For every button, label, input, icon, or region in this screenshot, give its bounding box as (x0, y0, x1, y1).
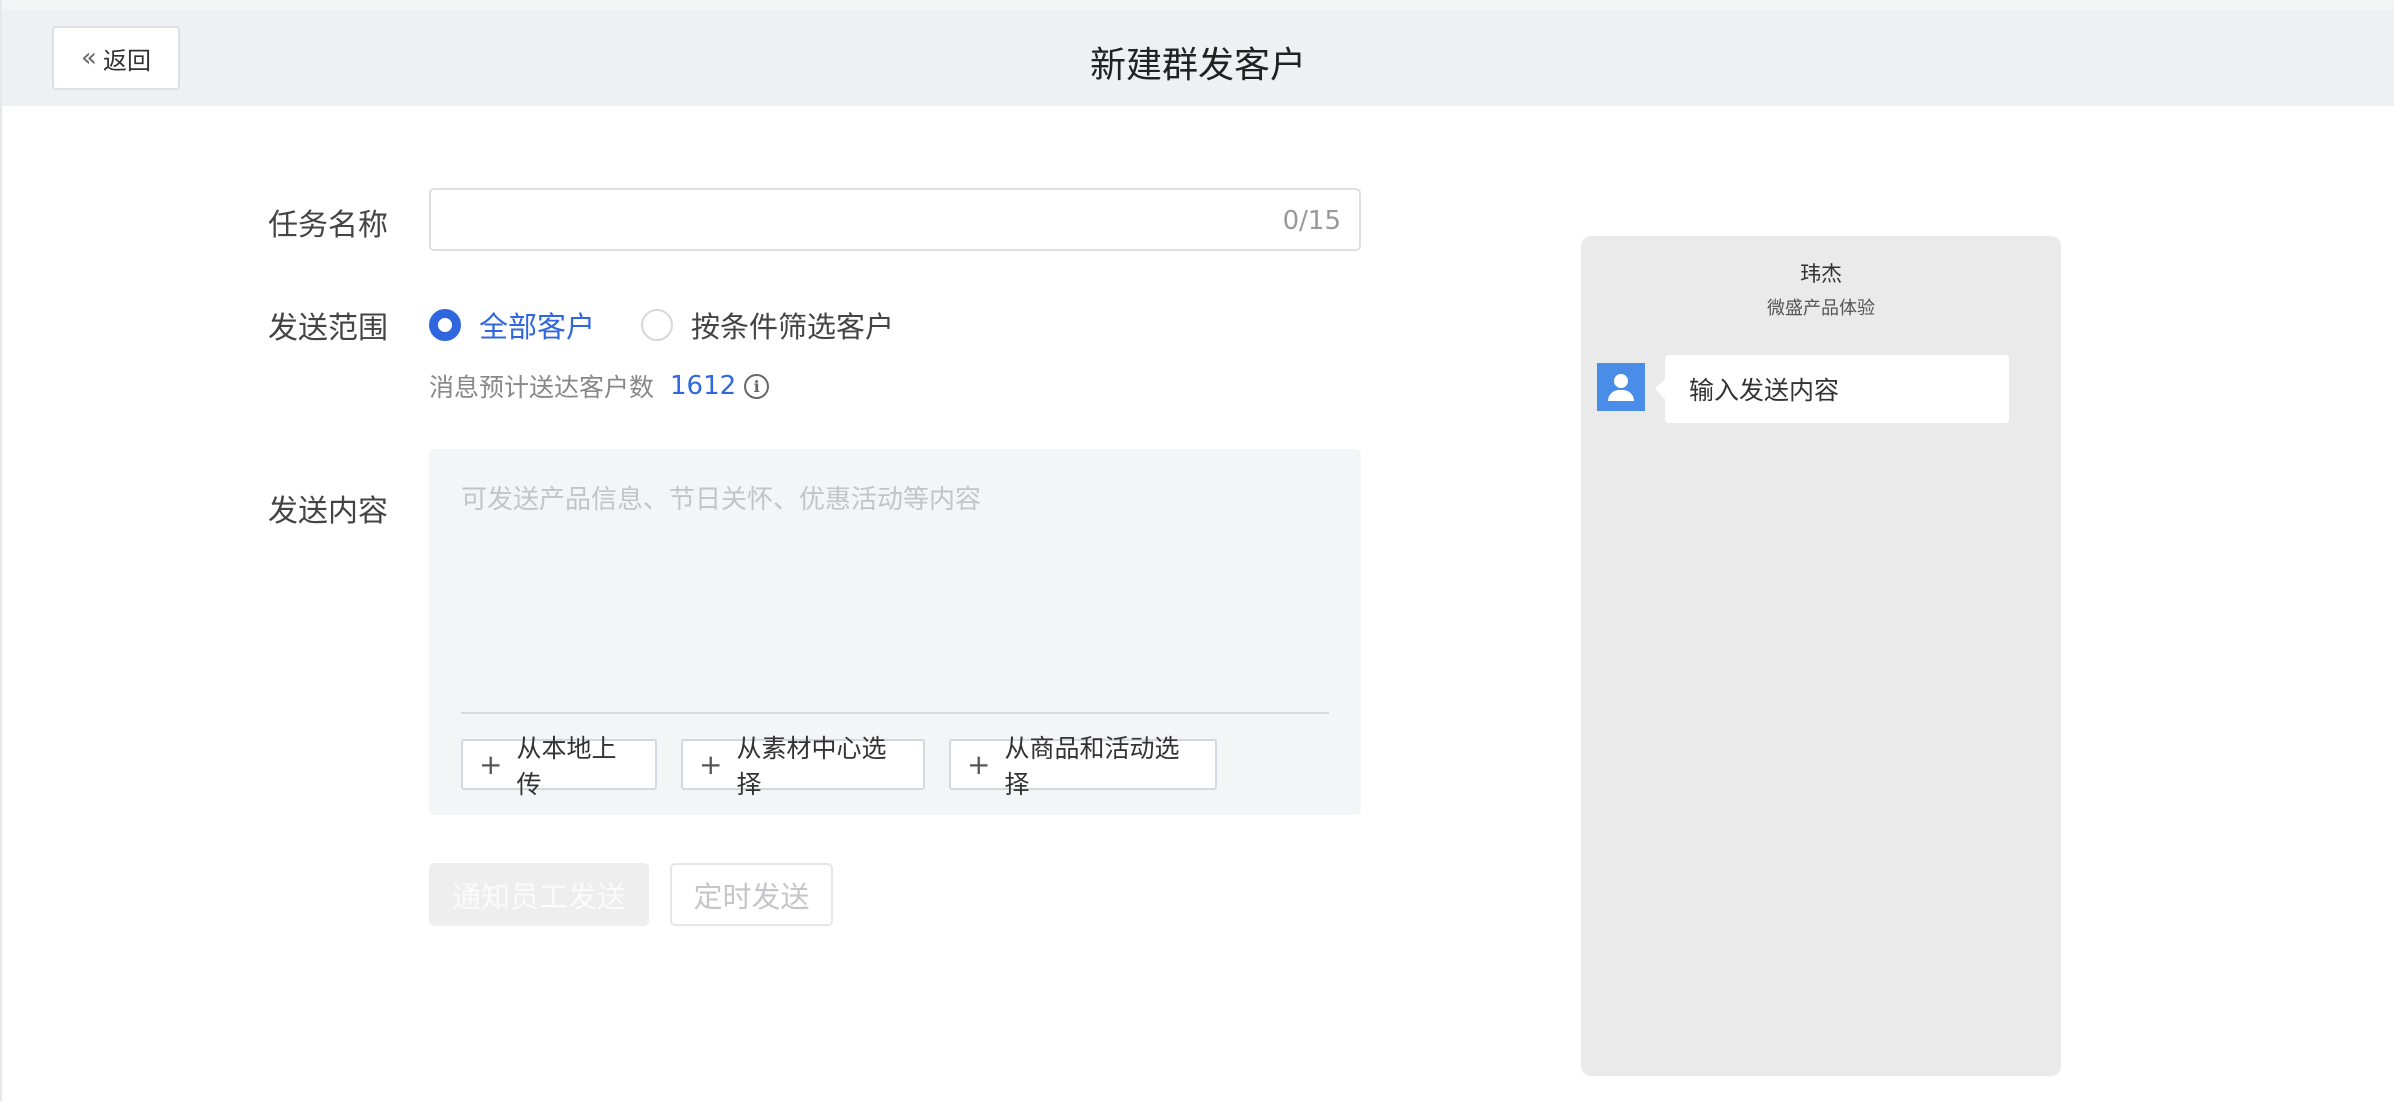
schedule-send-button[interactable]: 定时发送 (670, 863, 833, 926)
radio-filter-customers[interactable]: 按条件筛选客户 (641, 304, 894, 346)
content-editor: + 从本地上传 + 从素材中心选择 + 从商品和活动选择 (429, 449, 1361, 815)
task-name-label: 任务名称 (268, 208, 388, 243)
plus-icon: + (967, 747, 991, 781)
button-label: 从素材中心选择 (736, 733, 887, 799)
estimate-row: 消息预计送达客户数 1612 i (429, 368, 770, 404)
radio-label: 全部客户 (479, 310, 596, 344)
char-counter: 0/15 (1282, 206, 1341, 236)
content-label: 发送内容 (268, 494, 388, 529)
divider (461, 712, 1329, 714)
header-bar: « 返回 新建群发客户 (2, 0, 2394, 106)
radio-label: 按条件筛选客户 (691, 310, 895, 344)
user-icon (1614, 374, 1628, 388)
bubble-text: 输入发送内容 (1689, 376, 1840, 405)
content-textarea[interactable] (461, 479, 1329, 679)
message-preview: 玮杰 微盛产品体验 输入发送内容 (1581, 236, 2061, 1076)
notify-staff-button[interactable]: 通知员工发送 (429, 863, 649, 926)
sender-corp: 微盛产品体验 (1767, 298, 1875, 319)
estimate-label: 消息预计送达客户数 (429, 373, 655, 402)
send-scope-label: 发送范围 (268, 311, 388, 346)
page: « 返回 新建群发客户 任务名称 0/15 发送范围 全部客户 按条件筛选客户 … (0, 0, 2394, 1101)
product-activity-button[interactable]: + 从商品和活动选择 (949, 734, 1217, 799)
radio-all-customers[interactable]: 全部客户 (429, 304, 595, 346)
message-bubble: 输入发送内容 (1655, 355, 2009, 423)
info-icon[interactable]: i (744, 373, 770, 399)
radio-checked-icon (429, 309, 461, 341)
plus-icon: + (479, 747, 503, 781)
upload-local-button[interactable]: + 从本地上传 (461, 734, 657, 799)
radio-unchecked-icon (641, 309, 673, 341)
avatar (1597, 363, 1645, 411)
material-center-button[interactable]: + 从素材中心选择 (681, 734, 925, 799)
page-title: 新建群发客户 (1089, 45, 1306, 86)
user-icon-body (1608, 390, 1634, 401)
plus-icon: + (699, 747, 723, 781)
button-label: 从商品和活动选择 (1004, 733, 1180, 799)
estimate-count: 1612 (670, 371, 737, 401)
button-label: 从本地上传 (516, 733, 617, 799)
task-name-field-wrap: 0/15 (429, 188, 1361, 251)
task-name-input[interactable] (431, 190, 1359, 249)
sender-name: 玮杰 (1800, 262, 1842, 286)
